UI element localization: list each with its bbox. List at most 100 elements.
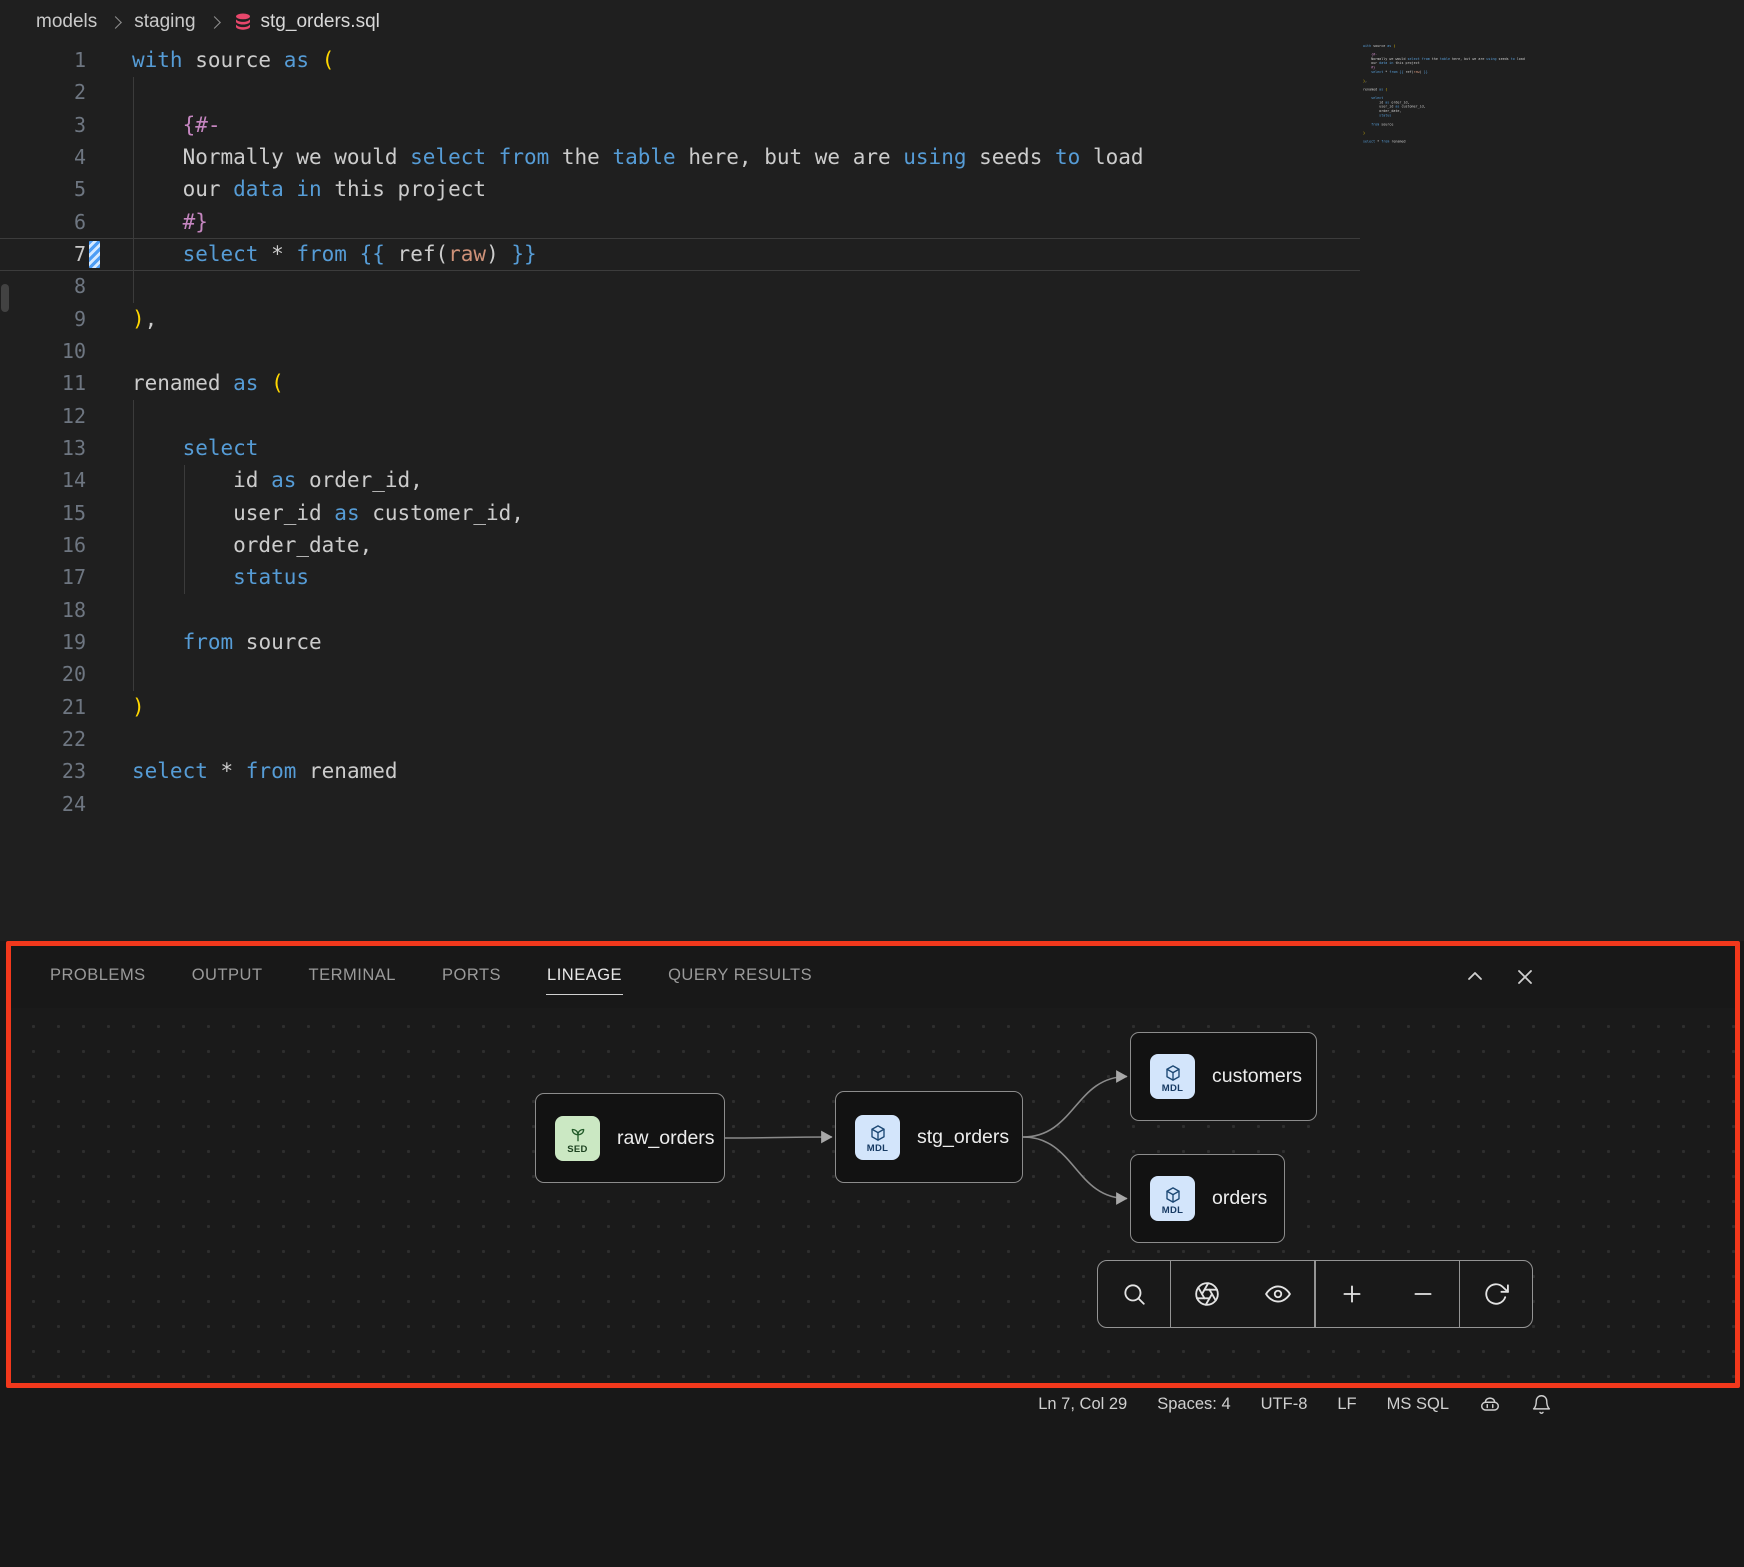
node-label: raw_orders: [617, 1127, 715, 1150]
line-number: 8: [0, 270, 86, 302]
bell-icon[interactable]: [1531, 1394, 1552, 1415]
code-line[interactable]: 4 Normally we would select from the tabl…: [0, 141, 1744, 173]
refresh-button[interactable]: [1460, 1261, 1532, 1327]
line-number: 11: [0, 367, 86, 399]
badge-label: SED: [567, 1144, 587, 1155]
code-line[interactable]: 3 {#-: [0, 109, 1744, 141]
line-number: 2: [0, 76, 86, 108]
statusbar-item[interactable]: UTF-8: [1261, 1395, 1308, 1414]
line-number: 20: [0, 658, 86, 690]
code-line[interactable]: 20: [0, 658, 1744, 690]
lineage-canvas[interactable]: SEDraw_ordersMDLstg_ordersMDLcustomersMD…: [11, 1008, 1735, 1383]
line-number: 19: [0, 626, 86, 658]
model-icon: MDL: [1150, 1176, 1195, 1221]
line-number: 13: [0, 432, 86, 464]
code-line[interactable]: 13 select: [0, 432, 1744, 464]
code-line[interactable]: 18: [0, 594, 1744, 626]
code-line[interactable]: 11renamed as (: [0, 367, 1744, 399]
code-line[interactable]: 9),: [0, 303, 1744, 335]
line-number: 16: [0, 529, 86, 561]
code-line[interactable]: 21): [0, 691, 1744, 723]
code-line[interactable]: 15 user_id as customer_id,: [0, 497, 1744, 529]
line-number: 5: [0, 173, 86, 205]
statusbar-item[interactable]: Spaces: 4: [1157, 1395, 1230, 1414]
code-line[interactable]: 19 from source: [0, 626, 1744, 658]
breadcrumb: models staging stg_orders.sql: [0, 0, 1744, 44]
breadcrumb-filename: stg_orders.sql: [261, 11, 380, 33]
statusbar-items: Ln 7, Col 29 Spaces: 4 UTF-8 LF MS SQL: [1038, 1395, 1449, 1414]
panel-tab-ports[interactable]: PORTS: [441, 960, 502, 994]
status-bar: Ln 7, Col 29 Spaces: 4 UTF-8 LF MS SQL: [0, 1388, 1744, 1421]
seed-icon: SED: [555, 1116, 600, 1161]
code-line[interactable]: 5 our data in this project: [0, 173, 1744, 205]
model-icon: MDL: [855, 1115, 900, 1160]
line-number: 23: [0, 755, 86, 787]
line-number: 9: [0, 303, 86, 335]
code-line[interactable]: 1with source as (: [0, 44, 1744, 76]
code-line[interactable]: 6 #}: [0, 206, 1744, 238]
panel-actions: [1463, 965, 1537, 989]
code-line[interactable]: 7 select * from {{ ref(raw) }}: [0, 238, 1744, 270]
panel-tab-problems[interactable]: PROBLEMS: [49, 960, 147, 994]
line-number: 14: [0, 464, 86, 496]
zoom-out-button[interactable]: [1387, 1261, 1459, 1327]
line-number: 3: [0, 109, 86, 141]
line-number: 10: [0, 335, 86, 367]
code-line[interactable]: 10: [0, 335, 1744, 367]
breadcrumb-item-staging[interactable]: staging: [134, 11, 195, 33]
statusbar-item[interactable]: Ln 7, Col 29: [1038, 1395, 1127, 1414]
lineage-node-raw_orders[interactable]: SED raw_orders: [535, 1093, 725, 1183]
code-line[interactable]: 8: [0, 270, 1744, 302]
code-line[interactable]: 22: [0, 723, 1744, 755]
code-line[interactable]: 2: [0, 76, 1744, 108]
badge-label: MDL: [1162, 1083, 1183, 1094]
line-number: 22: [0, 723, 86, 755]
panel-tab-terminal[interactable]: TERMINAL: [308, 960, 397, 994]
code-line[interactable]: 17 status: [0, 561, 1744, 593]
aperture-button[interactable]: [1171, 1261, 1243, 1327]
code-line[interactable]: 24: [0, 788, 1744, 820]
line-number: 15: [0, 497, 86, 529]
code-editor[interactable]: 1with source as (23 {#-4 Normally we wou…: [0, 44, 1744, 941]
statusbar-item[interactable]: LF: [1337, 1395, 1356, 1414]
line-number: 7: [0, 238, 86, 270]
panel-tab-lineage[interactable]: LINEAGE: [546, 960, 623, 995]
lineage-toolbar: [1097, 1260, 1533, 1328]
code-line[interactable]: 16 order_date,: [0, 529, 1744, 561]
lineage-node-orders[interactable]: MDL orders: [1130, 1154, 1285, 1243]
line-number: 12: [0, 400, 86, 432]
breadcrumb-item-models[interactable]: models: [36, 11, 97, 33]
panel-tab-output[interactable]: OUTPUT: [191, 960, 264, 994]
database-icon: [233, 12, 253, 32]
badge-label: MDL: [1162, 1205, 1183, 1216]
node-label: orders: [1212, 1187, 1267, 1210]
line-number: 1: [0, 44, 86, 76]
line-number: 4: [0, 141, 86, 173]
line-number: 21: [0, 691, 86, 723]
node-label: stg_orders: [917, 1126, 1009, 1149]
node-label: customers: [1212, 1065, 1302, 1088]
close-icon[interactable]: [1513, 965, 1537, 989]
badge-label: MDL: [867, 1143, 888, 1154]
lineage-node-customers[interactable]: MDL customers: [1130, 1032, 1317, 1121]
bottom-panel: PROBLEMS OUTPUT TERMINAL PORTS LINEAGE QUERY …: [11, 946, 1735, 1383]
panel-header: PROBLEMS OUTPUT TERMINAL PORTS LINEAGE QUERY …: [11, 946, 1735, 1008]
code-line[interactable]: 23select * from renamed: [0, 755, 1744, 787]
lineage-node-stg_orders[interactable]: MDL stg_orders: [835, 1091, 1023, 1183]
panel-tabs: PROBLEMS OUTPUT TERMINAL PORTS LINEAGE QUERY …: [49, 960, 857, 995]
line-number: 17: [0, 561, 86, 593]
breadcrumb-file[interactable]: stg_orders.sql: [233, 11, 380, 33]
code-line[interactable]: 12: [0, 400, 1744, 432]
code-lines: 1with source as (23 {#-4 Normally we wou…: [0, 44, 1744, 820]
copilot-icon[interactable]: [1479, 1394, 1501, 1416]
statusbar-item[interactable]: MS SQL: [1387, 1395, 1449, 1414]
code-line[interactable]: 14 id as order_id,: [0, 464, 1744, 496]
search-button[interactable]: [1098, 1261, 1170, 1327]
panel-tab-query-results[interactable]: QUERY RESULTS: [667, 960, 813, 994]
chevron-right-icon: [109, 16, 122, 29]
chevron-up-icon[interactable]: [1463, 965, 1487, 989]
zoom-in-button[interactable]: [1316, 1261, 1388, 1327]
model-icon: MDL: [1150, 1054, 1195, 1099]
chevron-right-icon: [208, 16, 221, 29]
eye-button[interactable]: [1243, 1261, 1315, 1327]
